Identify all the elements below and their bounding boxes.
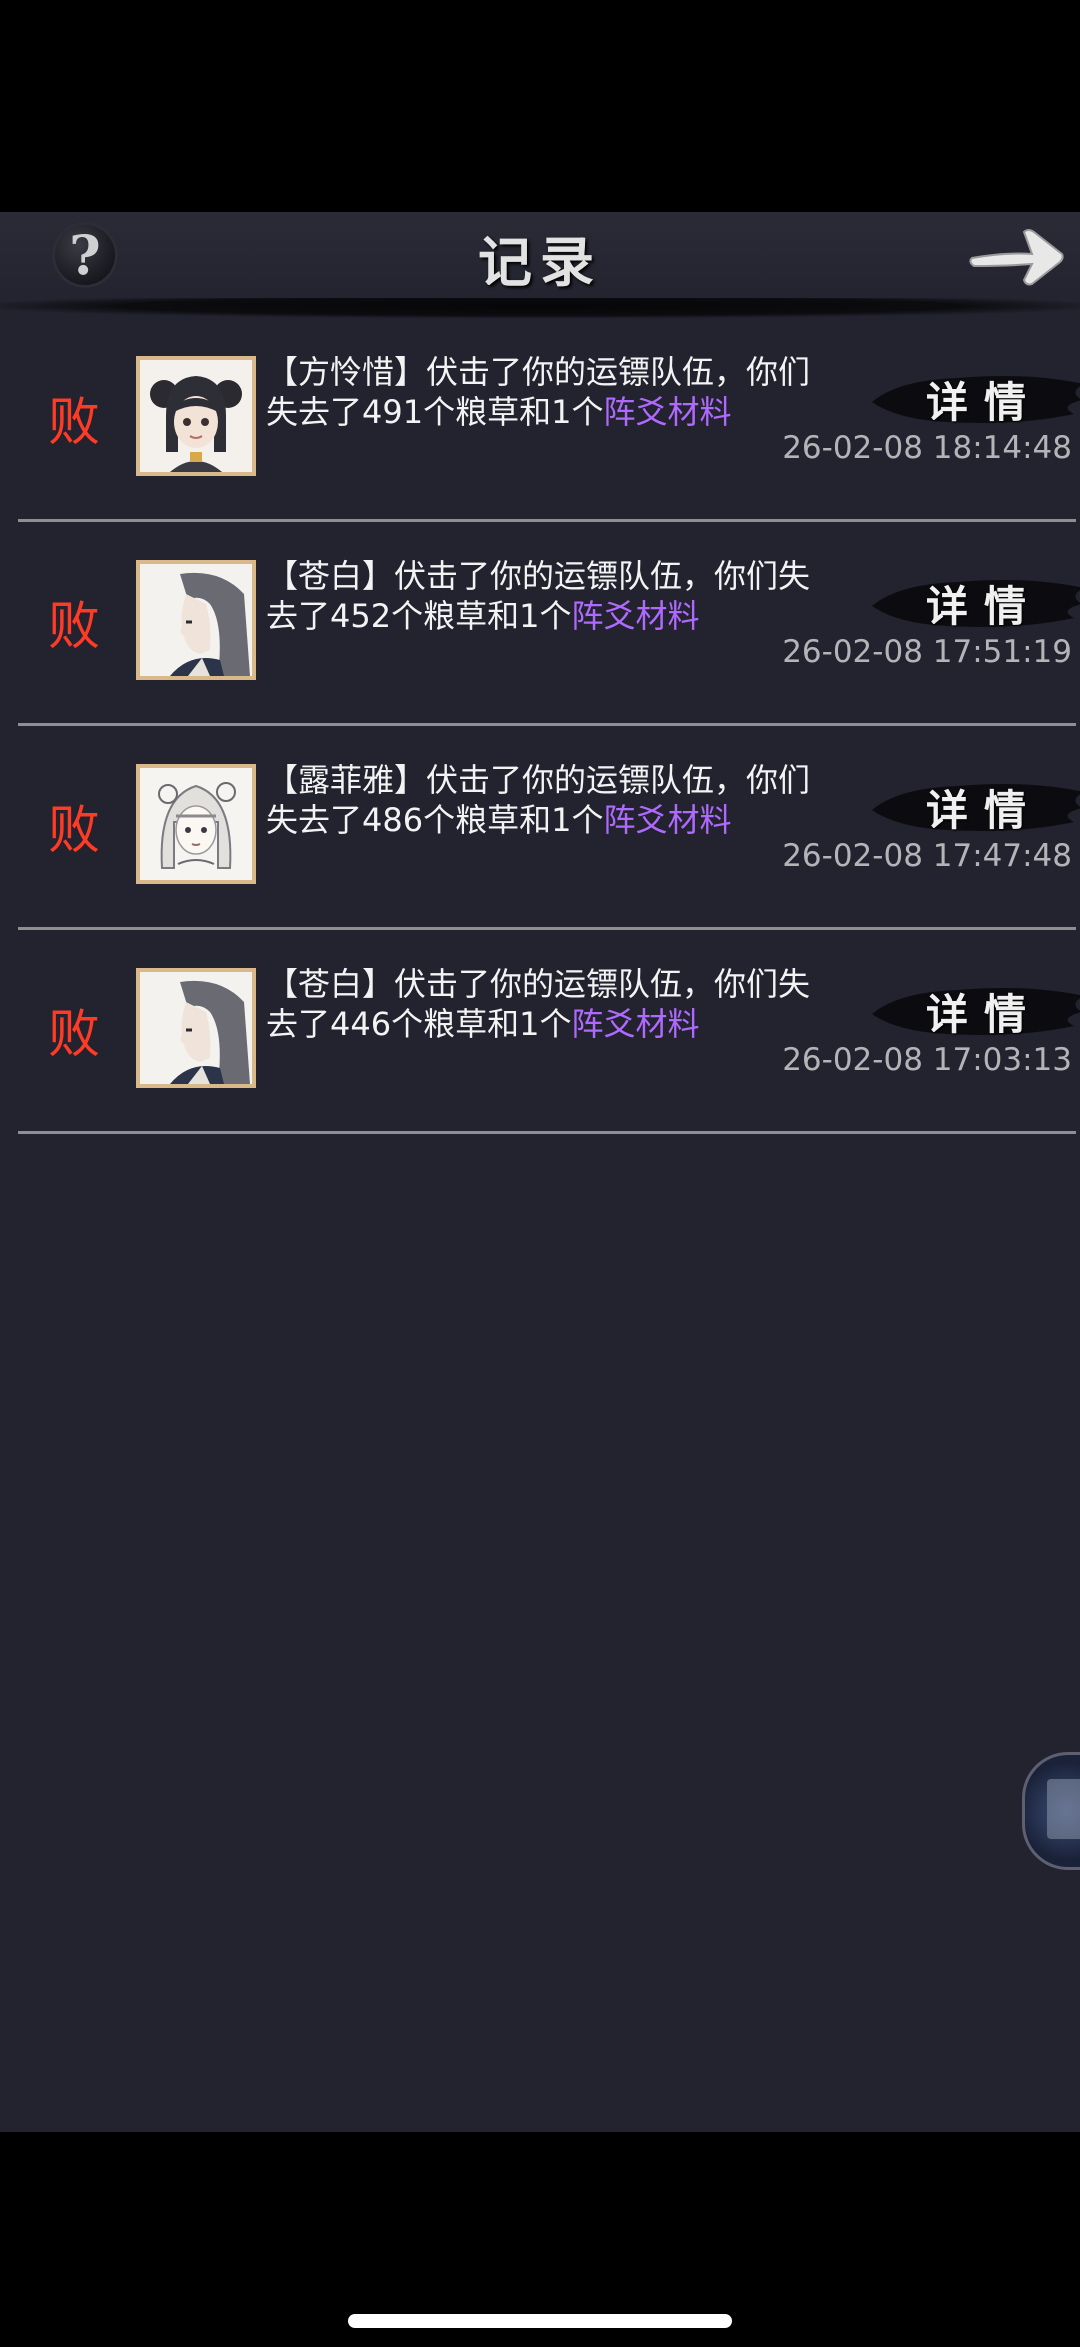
header-brush-divider — [0, 298, 1080, 318]
item-link[interactable]: 阵爻材料 — [603, 393, 731, 431]
timestamp: 26-02-08 17:51:19 — [782, 634, 1072, 670]
item-link[interactable]: 阵爻材料 — [571, 1005, 699, 1043]
record-message: 【方怜惜】伏击了你的运镖队伍，你们失去了491个粮草和1个阵爻材料 — [266, 353, 811, 431]
record-message: 【露菲雅】伏击了你的运镖队伍，你们失去了486个粮草和1个阵爻材料 — [266, 761, 811, 839]
detail-button[interactable]: 详情 — [868, 974, 1080, 1048]
side-tab-icon — [1047, 1779, 1080, 1839]
list-item: 败 【方怜惜】伏击了你的运镖队伍，你们失去了491个粮草和1个阵爻材料 详情 2… — [18, 318, 1080, 522]
defeat-label: 败 — [48, 597, 101, 657]
detail-label: 详情 — [925, 989, 1042, 1039]
defeat-label: 败 — [48, 393, 101, 453]
timestamp: 26-02-08 17:03:13 — [782, 1042, 1072, 1078]
detail-button[interactable]: 详情 — [868, 770, 1080, 844]
timestamp: 26-02-08 17:47:48 — [782, 838, 1072, 874]
list-item: 败 【苍白】伏击了你的运镖队伍，你们失去了446个粮草和1个阵爻材料 详情 26… — [18, 930, 1080, 1134]
avatar[interactable] — [136, 356, 256, 476]
female-ornament-hair-avatar-icon — [140, 768, 252, 880]
detail-button[interactable]: 详情 — [868, 566, 1080, 640]
forward-arrow-button[interactable] — [966, 218, 1066, 292]
detail-label: 详情 — [925, 581, 1042, 631]
arrow-right-icon — [969, 229, 1064, 286]
male-long-hair-avatar-icon — [140, 972, 252, 1084]
list-item: 败 【苍白】伏击了你的运镖队伍，你们失去了452个粮草和1个阵爻材料 详情 26… — [18, 522, 1080, 726]
record-message: 【苍白】伏击了你的运镖队伍，你们失去了446个粮草和1个阵爻材料 — [266, 965, 811, 1043]
item-link[interactable]: 阵爻材料 — [603, 801, 731, 839]
defeat-label: 败 — [48, 1005, 101, 1065]
timestamp: 26-02-08 18:14:48 — [782, 430, 1072, 466]
list-item: 败 【露菲雅】伏击了你的运镖队伍，你们失去了486个粮草和1个阵爻材料 详情 2… — [18, 726, 1080, 930]
home-indicator[interactable] — [348, 2314, 732, 2328]
item-link[interactable]: 阵爻材料 — [571, 597, 699, 635]
record-message: 【苍白】伏击了你的运镖队伍，你们失去了452个粮草和1个阵爻材料 — [266, 557, 811, 635]
detail-label: 详情 — [925, 377, 1042, 427]
detail-label: 详情 — [925, 785, 1042, 835]
avatar[interactable] — [136, 560, 256, 680]
avatar[interactable] — [136, 764, 256, 884]
defeat-label: 败 — [48, 801, 101, 861]
male-long-hair-avatar-icon — [140, 564, 252, 676]
female-hair-buns-avatar-icon — [140, 360, 252, 472]
record-list: 败 【方怜惜】伏击了你的运镖队伍，你们失去了491个粮草和1个阵爻材料 详情 2… — [0, 318, 1080, 1134]
page-title: 记录 — [478, 230, 602, 294]
avatar[interactable] — [136, 968, 256, 1088]
detail-button[interactable]: 详情 — [868, 362, 1080, 436]
